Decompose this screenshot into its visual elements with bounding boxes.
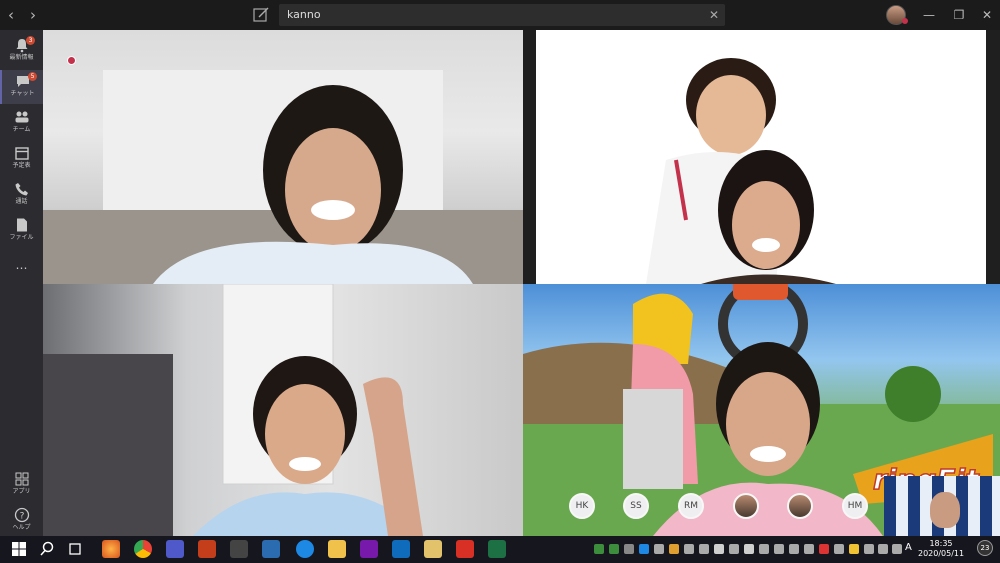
close-button[interactable]: ✕ xyxy=(972,0,1000,30)
sidebar-item-calendar[interactable]: 予定表 xyxy=(0,142,43,176)
teams-icon[interactable] xyxy=(166,540,184,558)
sidebar-item-files[interactable]: ファイル xyxy=(0,214,43,248)
video-tile-participant-1[interactable] xyxy=(43,30,523,284)
video-frame xyxy=(43,284,423,536)
taskbar-clock[interactable]: 18:35 2020/05/11 xyxy=(918,539,964,559)
more-icon: … xyxy=(15,258,28,272)
input-mode-indicator[interactable]: A xyxy=(905,542,912,553)
svg-text:?: ? xyxy=(19,512,24,522)
file-icon xyxy=(16,218,27,232)
help-icon: ? xyxy=(14,507,29,523)
calendar-icon xyxy=(14,147,29,160)
sidebar-item-activity[interactable]: 最新情報 3 xyxy=(0,34,43,68)
file-explorer-icon[interactable] xyxy=(328,540,346,558)
tray-excel-icon[interactable] xyxy=(609,544,619,554)
tray-app-icon[interactable] xyxy=(804,544,814,554)
participant-chip-rm[interactable]: RM xyxy=(678,493,704,519)
teams-window: ‹ › kanno ✕ — ❐ ✕ 最新情報 3 チャット 5 チーム 予定表 … xyxy=(0,0,1000,563)
search-input[interactable]: kanno ✕ xyxy=(279,4,725,26)
tray-app-icon[interactable] xyxy=(759,544,769,554)
teams-icon xyxy=(15,111,28,123)
battery-icon[interactable] xyxy=(864,544,874,554)
restore-button[interactable]: ❐ xyxy=(944,0,974,30)
back-button[interactable]: ‹ xyxy=(0,0,22,30)
unread-badge: 5 xyxy=(28,72,37,81)
onenote-icon[interactable] xyxy=(360,540,378,558)
recording-indicator xyxy=(67,56,76,65)
app-sidebar: 最新情報 3 チャット 5 チーム 予定表 通話 ファイル … アプリ ? ヘル… xyxy=(0,30,43,536)
remote-desktop-icon[interactable] xyxy=(262,540,280,558)
sidebar-item-calls[interactable]: 通話 xyxy=(0,178,43,212)
tray-app-icon[interactable] xyxy=(729,544,739,554)
network-app-icon[interactable] xyxy=(230,540,248,558)
participant-chip-hm[interactable]: HM xyxy=(842,493,868,519)
windows-taskbar: A 18:35 2020/05/11 23 xyxy=(0,536,1000,563)
video-frame xyxy=(43,70,523,284)
participant-chip-ss[interactable]: SS xyxy=(623,493,649,519)
sidebar-item-label: 通話 xyxy=(15,198,28,205)
clock-date: 2020/05/11 xyxy=(918,549,965,558)
tray-app-icon[interactable] xyxy=(654,544,664,554)
sidebar-item-apps[interactable]: アプリ xyxy=(0,468,43,502)
volume-icon[interactable] xyxy=(892,544,902,554)
video-frame xyxy=(646,58,836,284)
participant-chip-photo-2[interactable] xyxy=(787,493,813,519)
video-tile-participant-3[interactable] xyxy=(43,284,523,536)
self-view-face xyxy=(930,492,960,528)
clock-time: 18:35 xyxy=(929,539,953,548)
sidebar-item-label: ファイル xyxy=(9,234,34,241)
tray-excel-icon[interactable] xyxy=(594,544,604,554)
participant-chip-photo-1[interactable] xyxy=(733,493,759,519)
presence-dot xyxy=(902,18,908,24)
tray-app-icon[interactable] xyxy=(624,544,634,554)
tray-app-icon[interactable] xyxy=(834,544,844,554)
tray-app-icon[interactable] xyxy=(714,544,724,554)
notification-center-badge[interactable]: 23 xyxy=(977,540,993,556)
tray-app-icon[interactable] xyxy=(789,544,799,554)
sidebar-item-more[interactable]: … xyxy=(0,256,43,290)
title-bar: ‹ › kanno ✕ — ❐ ✕ xyxy=(0,0,1000,30)
bluetooth-icon[interactable] xyxy=(639,544,649,554)
search-value: kanno xyxy=(287,8,321,21)
sidebar-item-teams[interactable]: チーム xyxy=(0,106,43,140)
tray-app-icon[interactable] xyxy=(699,544,709,554)
firefox-icon[interactable] xyxy=(102,540,120,558)
windows-start-icon[interactable] xyxy=(10,540,28,558)
sidebar-item-label: アプリ xyxy=(12,488,31,495)
sidebar-item-label: チャット xyxy=(10,90,35,97)
tray-app-icon[interactable] xyxy=(744,544,754,554)
apps-icon xyxy=(15,472,28,486)
tray-app-icon[interactable] xyxy=(849,544,859,554)
sidebar-item-help[interactable]: ? ヘルプ xyxy=(0,504,43,538)
compose-icon[interactable] xyxy=(252,6,270,24)
sidebar-item-label: 予定表 xyxy=(12,162,31,169)
sidebar-item-chat[interactable]: チャット 5 xyxy=(0,70,43,104)
video-tile-participant-2[interactable] xyxy=(536,30,986,284)
clear-search-button[interactable]: ✕ xyxy=(709,4,719,26)
powerpoint-icon[interactable] xyxy=(198,540,216,558)
participant-chip-hk[interactable]: HK xyxy=(569,493,595,519)
outlook-icon[interactable] xyxy=(392,540,410,558)
minimize-button[interactable]: — xyxy=(914,0,944,30)
task-view-icon[interactable] xyxy=(66,540,84,558)
search-icon[interactable] xyxy=(38,540,56,558)
tray-app-icon[interactable] xyxy=(819,544,829,554)
forward-button[interactable]: › xyxy=(22,0,44,30)
wifi-icon[interactable] xyxy=(878,544,888,554)
tray-app-icon[interactable] xyxy=(684,544,694,554)
acrobat-icon[interactable] xyxy=(456,540,474,558)
chrome-icon[interactable] xyxy=(134,540,152,558)
sidebar-item-label: チーム xyxy=(12,126,31,133)
sidebar-item-label: ヘルプ xyxy=(12,524,31,531)
unread-badge: 3 xyxy=(26,36,35,45)
phone-icon xyxy=(15,183,28,196)
tray-app-icon[interactable] xyxy=(669,544,679,554)
sidebar-item-label: 最新情報 xyxy=(9,54,34,61)
excel-icon[interactable] xyxy=(488,540,506,558)
internet-explorer-icon[interactable] xyxy=(296,540,314,558)
tray-app-icon[interactable] xyxy=(774,544,784,554)
folder-icon[interactable] xyxy=(424,540,442,558)
